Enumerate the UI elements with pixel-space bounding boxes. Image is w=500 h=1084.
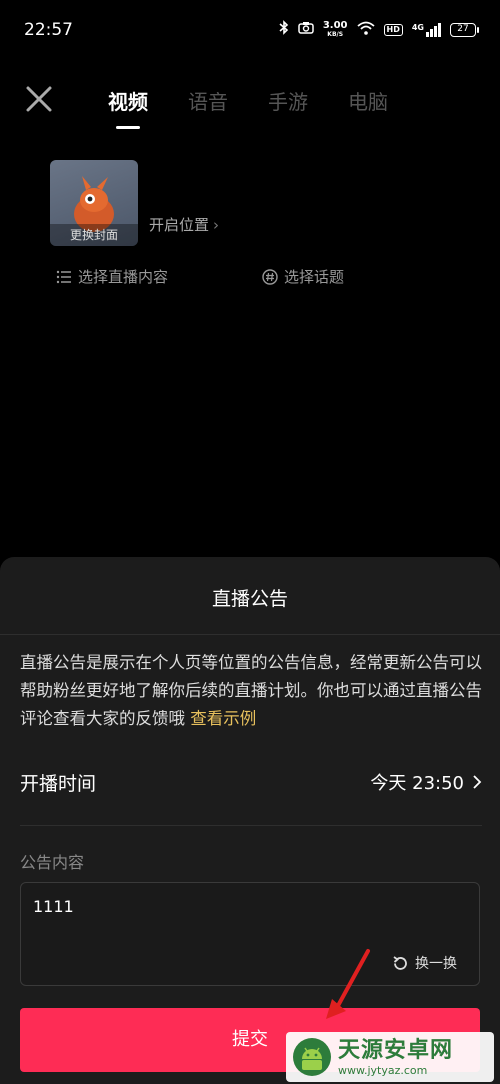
signal-icon: 4G — [411, 22, 441, 37]
sheet-title: 直播公告 — [211, 588, 288, 610]
announcement-description: 直播公告是展示在个人页等位置的公告信息，经常更新公告可以帮助粉丝更好地了解你后续… — [20, 649, 482, 733]
site-watermark: 天源安卓网 www.jytyaz.com — [286, 1032, 494, 1082]
location-toggle[interactable]: 开启位置 › — [149, 214, 219, 235]
start-time-value-group: 今天 23:50 — [370, 769, 482, 795]
announcement-content-input[interactable]: 1111 换一换 — [20, 882, 480, 986]
tab-video[interactable]: 视频 — [108, 86, 148, 129]
start-time-label: 开播时间 — [20, 772, 97, 795]
hashtag-icon — [262, 268, 278, 285]
select-topic-label: 选择话题 — [284, 268, 345, 286]
bluetooth-icon — [279, 20, 289, 39]
close-icon — [26, 86, 52, 112]
live-type-tabs: 视频 语音 手游 电脑 — [108, 86, 388, 129]
wifi-icon — [356, 21, 375, 39]
speed-value: 3.00 — [322, 19, 348, 31]
watermark-text: 天源安卓网 www.jytyaz.com — [338, 1038, 453, 1077]
list-icon — [56, 270, 71, 283]
tab-pc[interactable]: 电脑 — [348, 86, 388, 115]
tab-mobile-game[interactable]: 手游 — [268, 86, 308, 115]
select-live-content-label: 选择直播内容 — [78, 268, 169, 286]
hd-icon: HD — [383, 23, 403, 36]
chevron-right-icon: › — [213, 216, 220, 234]
chevron-right-icon — [473, 775, 482, 789]
view-example-link[interactable]: 查看示例 — [190, 709, 256, 728]
network-type: 4G — [411, 22, 424, 32]
close-button[interactable] — [24, 84, 54, 114]
content-label: 公告内容 — [20, 853, 85, 872]
status-bar: 22:57 3.00 KB/S HD 4G 27 — [0, 0, 500, 60]
start-time-row[interactable]: 开播时间 今天 23:50 — [20, 767, 482, 797]
announcement-content-value: 1111 — [33, 897, 74, 916]
select-topic[interactable]: 选择话题 — [262, 266, 344, 287]
top-navigation: 视频 语音 手游 电脑 — [0, 78, 500, 129]
camera-icon — [298, 21, 314, 38]
change-cover-label: 更换封面 — [50, 224, 138, 246]
divider — [0, 634, 500, 635]
speed-unit: KB/S — [327, 30, 344, 38]
swap-label: 换一换 — [415, 956, 457, 972]
status-icons: 3.00 KB/S HD 4G 27 — [279, 19, 479, 39]
refresh-icon — [393, 955, 407, 970]
android-logo-icon — [293, 1038, 331, 1076]
tab-voice[interactable]: 语音 — [188, 86, 228, 115]
cover-image[interactable]: 更换封面 — [50, 160, 138, 246]
location-label: 开启位置 — [149, 216, 210, 234]
divider — [20, 825, 482, 826]
swap-button[interactable]: 换一换 — [392, 953, 457, 973]
select-live-content[interactable]: 选择直播内容 — [56, 266, 168, 287]
start-time-value: 今天 23:50 — [370, 773, 464, 794]
watermark-url: www.jytyaz.com — [338, 1063, 428, 1077]
battery-icon: 27 — [450, 22, 479, 37]
status-time: 22:57 — [24, 20, 73, 40]
watermark-name: 天源安卓网 — [338, 1037, 454, 1063]
network-speed: 3.00 KB/S — [322, 19, 348, 39]
announcement-sheet: 直播公告 直播公告是展示在个人页等位置的公告信息，经常更新公告可以帮助粉丝更好地… — [0, 557, 500, 1084]
